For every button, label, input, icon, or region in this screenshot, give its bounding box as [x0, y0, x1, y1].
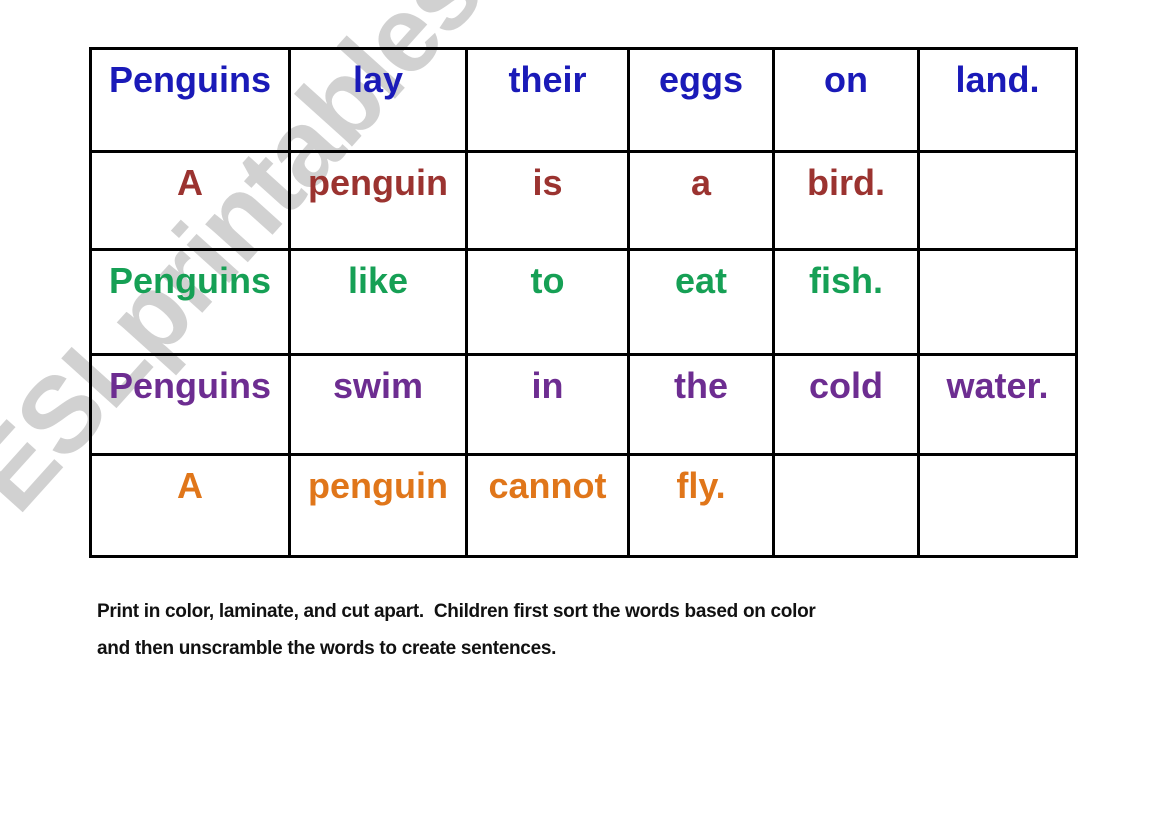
- word-cell-empty[interactable]: [917, 453, 1078, 558]
- word-cell[interactable]: lay: [288, 47, 468, 153]
- word-cell[interactable]: Penguins: [89, 248, 291, 356]
- word-sort-table: Penguins lay their eggs on land. A pengu…: [89, 47, 1078, 558]
- word-cell[interactable]: a: [627, 150, 775, 251]
- word-cell[interactable]: swim: [288, 353, 468, 456]
- word-cell[interactable]: cannot: [465, 453, 630, 558]
- table-row: A penguin cannot fly.: [89, 453, 1078, 558]
- word-cell[interactable]: in: [465, 353, 630, 456]
- word-label: eggs: [658, 59, 744, 100]
- word-cell[interactable]: fish.: [772, 248, 920, 356]
- word-cell[interactable]: Penguins: [89, 353, 291, 456]
- word-label: cold: [808, 365, 883, 406]
- word-cell[interactable]: is: [465, 150, 630, 251]
- word-label: Penguins: [108, 59, 272, 100]
- word-cell-empty[interactable]: [917, 248, 1078, 356]
- word-label: [775, 456, 917, 468]
- word-cell-empty[interactable]: [917, 150, 1078, 251]
- word-cell[interactable]: cold: [772, 353, 920, 456]
- word-label: in: [531, 365, 564, 406]
- word-cell[interactable]: bird.: [772, 150, 920, 251]
- word-label: is: [532, 162, 563, 203]
- word-cell[interactable]: to: [465, 248, 630, 356]
- word-cell[interactable]: penguin: [288, 150, 468, 251]
- word-cell-empty[interactable]: [772, 453, 920, 558]
- word-cell[interactable]: land.: [917, 47, 1078, 153]
- word-label: Penguins: [108, 365, 272, 406]
- word-cell[interactable]: Penguins: [89, 47, 291, 153]
- word-label: to: [530, 260, 565, 301]
- word-label: Penguins: [108, 260, 272, 301]
- word-cell[interactable]: the: [627, 353, 775, 456]
- word-cell[interactable]: eat: [627, 248, 775, 356]
- word-label: water.: [946, 365, 1049, 406]
- word-label: eat: [674, 260, 728, 301]
- word-cell[interactable]: fly.: [627, 453, 775, 558]
- word-label: lay: [352, 59, 404, 100]
- word-label: on: [824, 59, 868, 100]
- word-cell[interactable]: on: [772, 47, 920, 153]
- word-label: bird.: [807, 162, 885, 203]
- word-cell[interactable]: A: [89, 150, 291, 251]
- table-row: A penguin is a bird.: [89, 150, 1078, 251]
- word-cell[interactable]: penguin: [288, 453, 468, 558]
- word-label: [920, 456, 1075, 468]
- word-cell[interactable]: water.: [917, 353, 1078, 456]
- word-label: cannot: [488, 465, 607, 506]
- word-cell[interactable]: A: [89, 453, 291, 558]
- instructions-block: Print in color, laminate, and cut apart.…: [97, 593, 1057, 667]
- word-cell[interactable]: their: [465, 47, 630, 153]
- word-label: fly.: [676, 465, 726, 506]
- word-label: a: [690, 162, 712, 203]
- word-label: fish.: [808, 260, 883, 301]
- instructions-line-1: Print in color, laminate, and cut apart.…: [97, 601, 816, 622]
- word-label: penguin: [308, 465, 448, 506]
- word-label: [920, 153, 1075, 165]
- word-label: land.: [955, 59, 1040, 100]
- word-label: like: [347, 260, 409, 301]
- table-row: Penguins lay their eggs on land.: [89, 47, 1078, 153]
- word-label: swim: [332, 365, 424, 406]
- word-label: penguin: [308, 162, 448, 203]
- word-label: the: [674, 365, 728, 406]
- table-row: Penguins swim in the cold water.: [89, 353, 1078, 456]
- word-label: [920, 251, 1075, 263]
- word-cell[interactable]: eggs: [627, 47, 775, 153]
- word-label: A: [177, 465, 203, 506]
- word-label: A: [177, 162, 203, 203]
- instructions-line-2: and then unscramble the words to create …: [97, 638, 557, 660]
- table-row: Penguins like to eat fish.: [89, 248, 1078, 356]
- word-cell[interactable]: like: [288, 248, 468, 356]
- word-label: their: [508, 59, 587, 100]
